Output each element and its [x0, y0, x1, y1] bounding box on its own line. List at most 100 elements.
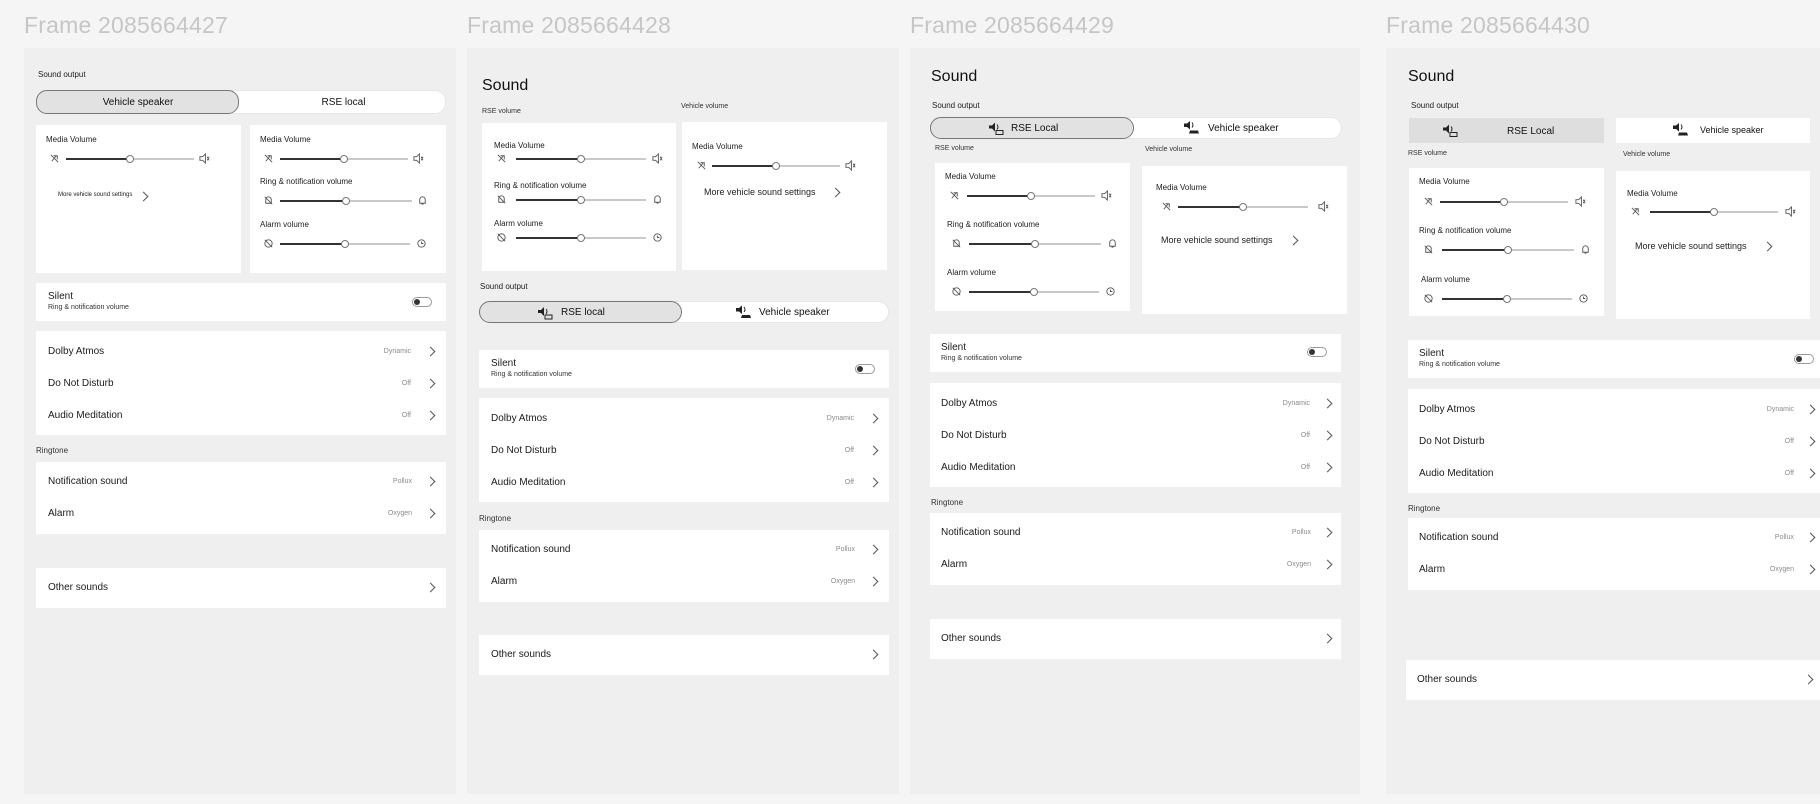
chevron-right-icon[interactable]: [1322, 462, 1333, 473]
ringtone-label[interactable]: Alarm: [941, 559, 967, 570]
silent-row[interactable]: Silent Ring & notification volume: [930, 334, 1341, 372]
bell-muted-icon[interactable]: [951, 238, 962, 249]
chevron-right-icon[interactable]: [1322, 559, 1333, 570]
setting-label[interactable]: Dolby Atmos: [1419, 404, 1475, 415]
setting-label[interactable]: Audio Meditation: [941, 462, 1016, 473]
silent-toggle[interactable]: [412, 297, 432, 307]
vehicle-media-volume-slider[interactable]: [1178, 203, 1308, 211]
silent-toggle[interactable]: [855, 364, 875, 374]
chevron-right-icon[interactable]: [1805, 436, 1816, 447]
speaker-icon[interactable]: [199, 153, 210, 164]
chevron-right-icon[interactable]: [1322, 398, 1333, 409]
ring-volume-slider[interactable]: [969, 240, 1101, 248]
alarm-off-icon[interactable]: [1423, 293, 1434, 304]
media-volume-slider[interactable]: [967, 192, 1095, 200]
ringtone-label[interactable]: Notification sound: [48, 476, 128, 487]
vehicle-media-volume-slider[interactable]: [1650, 208, 1778, 216]
chevron-right-icon[interactable]: [1805, 404, 1816, 415]
bell-icon[interactable]: [1580, 244, 1591, 255]
other-sounds-row[interactable]: Other sounds: [36, 568, 446, 608]
ringtone-label[interactable]: Notification sound: [941, 527, 1021, 538]
clock-icon[interactable]: [416, 238, 427, 249]
bell-icon[interactable]: [417, 195, 428, 206]
clock-icon[interactable]: [1578, 293, 1589, 304]
chevron-right-icon[interactable]: [425, 346, 436, 357]
ringtone-label[interactable]: Alarm: [1419, 564, 1445, 575]
chevron-right-icon[interactable]: [1805, 564, 1816, 575]
setting-label[interactable]: Do Not Disturb: [491, 445, 557, 456]
media-muted-icon[interactable]: [496, 153, 507, 164]
bell-icon[interactable]: [652, 194, 663, 205]
ringtone-label[interactable]: Notification sound: [491, 544, 571, 555]
alarm-volume-slider[interactable]: [1442, 295, 1572, 303]
media-volume-slider[interactable]: [516, 155, 646, 163]
speaker-icon[interactable]: [413, 153, 424, 164]
more-vehicle-sound-settings[interactable]: More vehicle sound settings: [58, 192, 132, 198]
speaker-icon[interactable]: [1318, 201, 1329, 212]
bell-muted-icon[interactable]: [496, 194, 507, 205]
speaker-icon[interactable]: [845, 160, 856, 171]
chevron-right-icon[interactable]: [868, 445, 879, 456]
speaker-icon[interactable]: [1785, 206, 1796, 217]
media-muted-icon[interactable]: [1161, 201, 1172, 212]
more-vehicle-sound-settings[interactable]: More vehicle sound settings: [1161, 235, 1273, 245]
other-sounds-row[interactable]: Other sounds: [930, 619, 1341, 659]
media-muted-icon[interactable]: [949, 190, 960, 201]
segment-vehicle-speaker[interactable]: Vehicle speaker: [1208, 123, 1279, 134]
clock-icon[interactable]: [652, 232, 663, 243]
chevron-right-icon[interactable]: [425, 410, 436, 421]
bell-muted-icon[interactable]: [1423, 244, 1434, 255]
chevron-right-icon[interactable]: [425, 476, 436, 487]
setting-label[interactable]: Do Not Disturb: [941, 430, 1007, 441]
media-volume-slider[interactable]: [1440, 198, 1568, 206]
bell-icon[interactable]: [1107, 238, 1118, 249]
setting-label[interactable]: Audio Meditation: [491, 477, 566, 488]
media-muted-icon[interactable]: [1423, 196, 1434, 207]
speaker-icon[interactable]: [652, 153, 663, 164]
segment-vehicle-speaker[interactable]: Vehicle speaker: [759, 307, 830, 318]
media-muted-icon[interactable]: [1630, 206, 1641, 217]
other-sounds-row[interactable]: Other sounds: [1406, 660, 1820, 700]
chevron-right-icon[interactable]: [1322, 430, 1333, 441]
ring-volume-slider[interactable]: [280, 197, 412, 205]
chevron-right-icon[interactable]: [868, 576, 879, 587]
setting-label[interactable]: Audio Meditation: [1419, 468, 1494, 479]
media-muted-icon[interactable]: [696, 160, 707, 171]
chevron-right-icon[interactable]: [1805, 532, 1816, 543]
alarm-volume-slider[interactable]: [280, 240, 410, 248]
alarm-off-icon[interactable]: [951, 286, 962, 297]
silent-toggle[interactable]: [1307, 347, 1327, 357]
chevron-right-icon[interactable]: [868, 413, 879, 424]
silent-row[interactable]: Silent Ring & notification volume: [1408, 340, 1820, 378]
setting-label[interactable]: Audio Meditation: [48, 410, 123, 421]
vehicle-media-volume-slider[interactable]: [712, 162, 840, 170]
media-volume-slider[interactable]: [66, 155, 194, 163]
ringtone-label[interactable]: Alarm: [48, 508, 74, 519]
media-muted-icon[interactable]: [263, 153, 274, 164]
alarm-volume-slider[interactable]: [516, 234, 646, 242]
setting-label[interactable]: Dolby Atmos: [48, 346, 104, 357]
ring-volume-slider[interactable]: [516, 196, 646, 204]
segment-vehicle-speaker[interactable]: Vehicle speaker: [1616, 118, 1810, 143]
chevron-right-icon[interactable]: [868, 544, 879, 555]
setting-label[interactable]: Dolby Atmos: [941, 398, 997, 409]
setting-label[interactable]: Dolby Atmos: [491, 413, 547, 424]
segment-rse-local[interactable]: RSE Local: [1409, 118, 1604, 143]
chevron-right-icon[interactable]: [425, 508, 436, 519]
ring-volume-slider[interactable]: [1442, 246, 1574, 254]
ringtone-label[interactable]: Notification sound: [1419, 532, 1499, 543]
chevron-right-icon[interactable]: [1322, 527, 1333, 538]
alarm-off-icon[interactable]: [496, 232, 507, 243]
more-vehicle-sound-settings[interactable]: More vehicle sound settings: [1635, 241, 1747, 251]
bell-muted-icon[interactable]: [263, 195, 274, 206]
more-vehicle-sound-settings[interactable]: More vehicle sound settings: [704, 187, 816, 197]
setting-label[interactable]: Do Not Disturb: [1419, 436, 1485, 447]
chevron-right-icon[interactable]: [868, 477, 879, 488]
media-muted-icon[interactable]: [49, 153, 60, 164]
alarm-off-icon[interactable]: [263, 238, 274, 249]
alarm-volume-slider[interactable]: [969, 288, 1099, 296]
silent-row[interactable]: Silent Ring & notification volume: [479, 350, 889, 388]
speaker-icon[interactable]: [1101, 190, 1112, 201]
chevron-right-icon[interactable]: [425, 378, 436, 389]
other-sounds-row[interactable]: Other sounds: [479, 635, 889, 675]
